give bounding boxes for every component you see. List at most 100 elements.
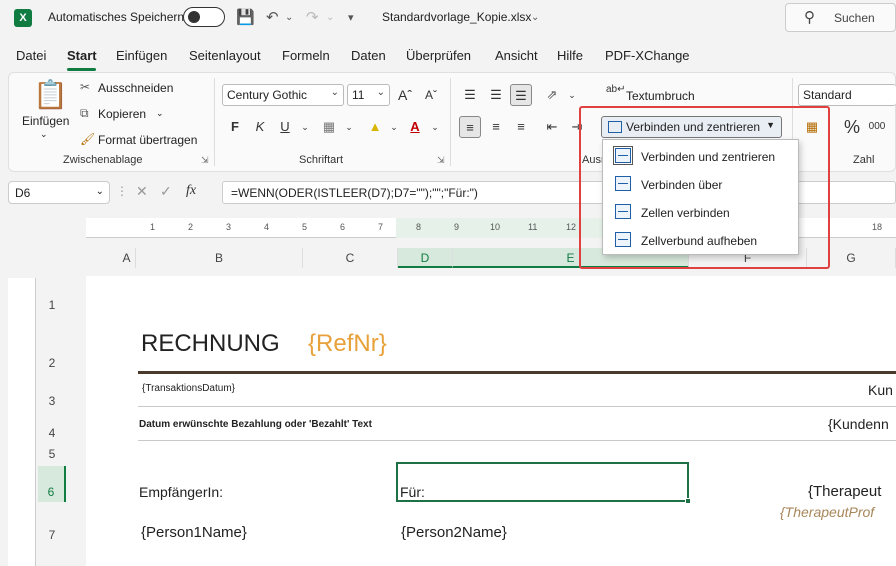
ref-nr-cell[interactable]: {RefNr}	[308, 330, 387, 358]
align-right-icon[interactable]: ≡	[510, 116, 532, 138]
underline-chevron-down-icon[interactable]: ⌄	[294, 116, 316, 138]
undo-icon[interactable]: ↶	[266, 8, 279, 26]
number-format-select[interactable]: Standard	[798, 84, 896, 106]
transaction-date-cell[interactable]: {TransaktionsDatum}	[142, 383, 235, 394]
percent-button[interactable]: %	[841, 116, 863, 138]
copy-button[interactable]: Kopieren	[98, 107, 146, 121]
orientation-chevron-down-icon[interactable]: ⌄	[561, 84, 583, 106]
invoice-title[interactable]: RECHNUNG	[141, 330, 280, 358]
clipboard-launcher-icon[interactable]: ⇲	[201, 155, 209, 166]
font-launcher-icon[interactable]: ⇲	[437, 155, 445, 166]
title-chevron-down-icon[interactable]: ⌄	[531, 12, 539, 23]
insert-function-button[interactable]: fx	[186, 183, 196, 199]
formula-controls: ✕ ✓ fx	[130, 181, 220, 204]
column-header-a[interactable]: A	[118, 248, 136, 268]
bold-button[interactable]: F	[224, 116, 246, 138]
row-header-3[interactable]: 3	[38, 394, 66, 408]
align-middle-icon[interactable]: ☰	[485, 84, 507, 106]
row-header-7[interactable]: 7	[38, 528, 66, 542]
thousands-button[interactable]: 000	[866, 116, 888, 138]
underline-button[interactable]: U	[274, 116, 296, 138]
copy-icon: ⧉	[80, 106, 89, 120]
paste-icon[interactable]: 📋	[33, 78, 68, 111]
italic-button[interactable]: K	[249, 116, 271, 138]
enter-icon[interactable]: ✓	[160, 183, 172, 200]
ruler-number: 10	[490, 222, 501, 232]
ruler-number: 1	[150, 222, 156, 232]
format-painter-icon: 🖌	[80, 132, 96, 146]
tab-start[interactable]: Start	[67, 48, 97, 63]
ruler-number: 4	[264, 222, 270, 232]
tab-ansicht[interactable]: Ansicht	[495, 48, 538, 63]
format-painter-button[interactable]: Format übertragen	[98, 133, 197, 147]
column-header-c[interactable]: C	[303, 248, 398, 268]
wrap-text-button[interactable]: Textumbruch	[626, 89, 695, 103]
row-header-2[interactable]: 2	[38, 356, 66, 370]
orientation-icon[interactable]: ⇗	[541, 84, 563, 106]
column-header-b[interactable]: B	[136, 248, 303, 268]
grow-font-icon[interactable]: Aˆ	[394, 84, 416, 106]
cut-button[interactable]: Ausschneiden	[98, 81, 173, 95]
tab-ueberpruefen[interactable]: Überprüfen	[406, 48, 471, 63]
align-center-icon[interactable]: ≡	[485, 116, 507, 138]
autosave-toggle[interactable]	[183, 7, 225, 27]
fill-handle[interactable]	[685, 498, 691, 504]
column-header-d[interactable]: D	[398, 248, 453, 268]
more-options-icon[interactable]: ⋮	[116, 184, 128, 198]
redo-dropdown-icon[interactable]: ⌄	[326, 12, 334, 23]
tab-seitenlayout[interactable]: Seitenlayout	[189, 48, 261, 63]
tab-formeln[interactable]: Formeln	[282, 48, 330, 63]
therapist-cell[interactable]: {Therapeut	[808, 483, 881, 500]
selected-cell[interactable]	[396, 462, 691, 504]
title-divider	[138, 371, 896, 374]
search-box[interactable]: ⚲ Suchen	[785, 3, 896, 32]
redo-icon[interactable]: ↷	[306, 8, 319, 26]
font-size-select[interactable]: 11 ⌄	[347, 84, 390, 106]
ruler-number: 9	[454, 222, 460, 232]
row-header-6[interactable]: 6	[38, 466, 66, 502]
tab-datei[interactable]: Datei	[16, 48, 46, 63]
row-header-4[interactable]: 4	[38, 426, 66, 440]
recipient-label-cell[interactable]: EmpfängerIn:	[139, 484, 223, 500]
person2-cell[interactable]: {Person2Name}	[401, 524, 507, 541]
customer-nr-cell[interactable]: {Kundenn	[828, 416, 889, 432]
wrap-text-icon: ab↵	[606, 84, 626, 95]
ruler-number: 11	[528, 222, 538, 232]
row-header-5[interactable]: 5	[38, 447, 66, 461]
therapist-profession-cell[interactable]: {TherapeutProf	[780, 504, 874, 520]
align-top-icon[interactable]: ☰	[459, 84, 481, 106]
tab-daten[interactable]: Daten	[351, 48, 386, 63]
copy-chevron-down-icon[interactable]: ⌄	[156, 108, 164, 119]
borders-icon[interactable]: ▦	[318, 116, 340, 138]
toggle-knob	[188, 11, 200, 23]
font-name-select[interactable]: Century Gothic ⌄	[222, 84, 344, 106]
person1-cell[interactable]: {Person1Name}	[141, 524, 247, 541]
align-left-icon[interactable]: ≡	[459, 116, 481, 138]
shrink-font-icon[interactable]: Aˇ	[420, 84, 442, 106]
save-icon[interactable]: 💾	[236, 8, 255, 26]
number-group-label: Zahl	[853, 154, 875, 166]
fill-chevron-down-icon[interactable]: ⌄	[383, 116, 405, 138]
row-header-1[interactable]: 1	[38, 298, 66, 312]
borders-chevron-down-icon[interactable]: ⌄	[338, 116, 360, 138]
cancel-icon[interactable]: ✕	[136, 183, 148, 200]
ruler-number: 2	[188, 222, 194, 232]
highlight-frame	[579, 106, 830, 269]
align-bottom-icon[interactable]: ☰	[510, 84, 532, 106]
group-separator	[450, 78, 451, 166]
paste-button[interactable]: Einfügen	[22, 114, 69, 128]
undo-dropdown-icon[interactable]: ⌄	[285, 12, 293, 23]
customize-toolbar-icon[interactable]: ▾	[348, 11, 354, 24]
font-color-chevron-down-icon[interactable]: ⌄	[424, 116, 446, 138]
tab-pdf-xchange[interactable]: PDF-XChange	[605, 48, 690, 63]
document-title[interactable]: Standardvorlage_Kopie.xlsx	[382, 10, 531, 24]
tab-einfuegen[interactable]: Einfügen	[116, 48, 167, 63]
name-box[interactable]: D6 ⌄	[8, 181, 110, 204]
customer-label-cell[interactable]: Kun	[868, 382, 893, 398]
payment-text-cell[interactable]: Datum erwünschte Bezahlung oder 'Bezahlt…	[139, 419, 372, 430]
decrease-indent-icon[interactable]: ⇤	[541, 116, 563, 138]
chevron-down-icon: ⌄	[95, 186, 104, 197]
tab-hilfe[interactable]: Hilfe	[557, 48, 583, 63]
font-color-icon[interactable]: A	[404, 116, 426, 138]
paste-chevron-down-icon[interactable]: ⌄	[40, 129, 48, 140]
